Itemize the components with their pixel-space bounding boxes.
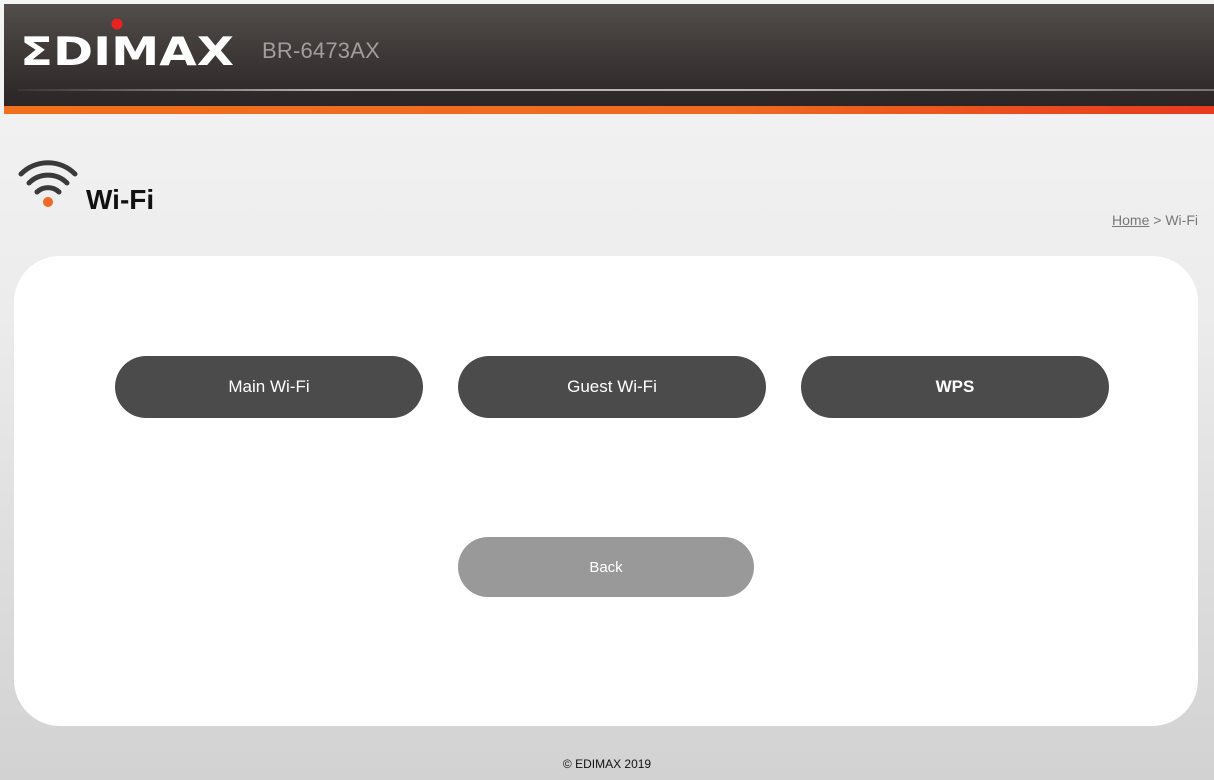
breadcrumb-current: Wi-Fi [1165, 212, 1198, 228]
footer-copyright: © EDIMAX 2019 [562, 757, 652, 771]
content-card: Main Wi-Fi Guest Wi-Fi WPS Back [14, 256, 1198, 726]
breadcrumb: Home > Wi-Fi [1112, 212, 1198, 228]
back-button[interactable]: Back [458, 537, 754, 597]
svg-text:ΣDIMAX: ΣDIMAX [20, 30, 234, 72]
breadcrumb-home-link[interactable]: Home [1112, 212, 1149, 228]
wifi-icon [18, 160, 78, 207]
header-accent-bar [4, 106, 1214, 114]
wps-button[interactable]: WPS [801, 356, 1109, 418]
main-wifi-button[interactable]: Main Wi-Fi [115, 356, 423, 418]
guest-wifi-button[interactable]: Guest Wi-Fi [458, 356, 766, 418]
header-divider [18, 89, 1214, 91]
edimax-logo: ΣDIMAX [20, 18, 234, 72]
model-name: BR-6473AX [262, 38, 380, 63]
breadcrumb-separator: > [1149, 212, 1166, 228]
page-title: Wi-Fi [86, 184, 155, 215]
top-header: ΣDIMAX BR-6473AX [4, 4, 1214, 108]
